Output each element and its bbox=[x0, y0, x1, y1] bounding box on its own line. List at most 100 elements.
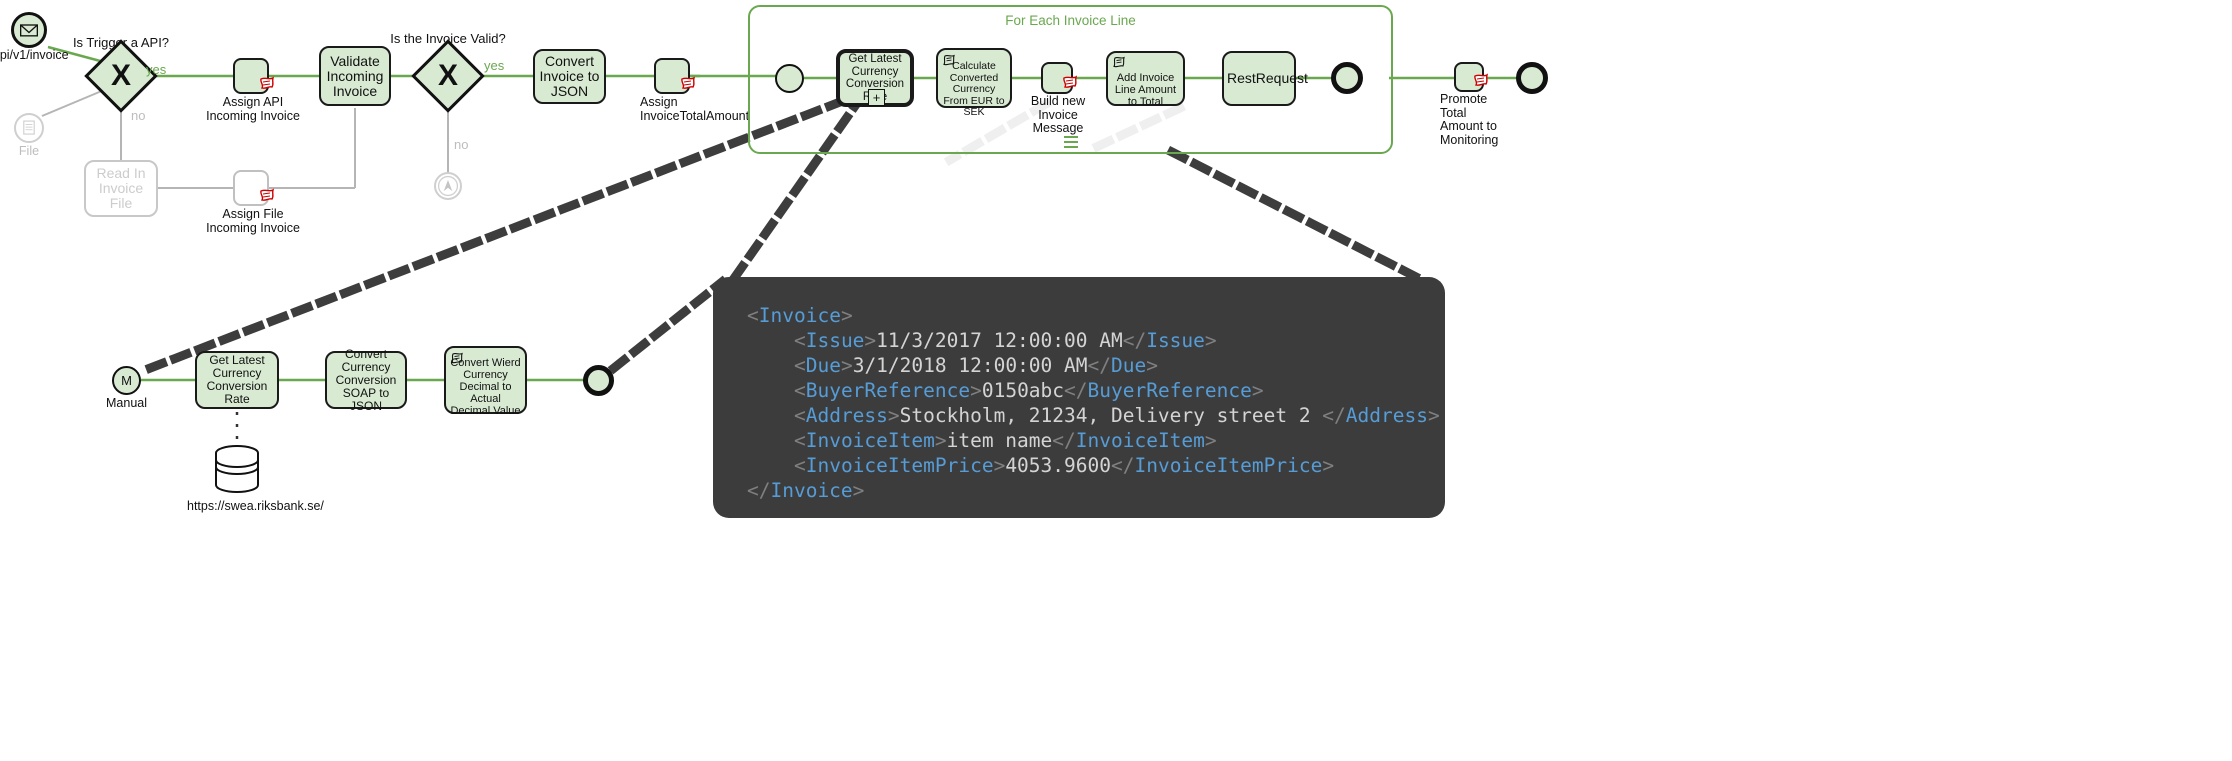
code-token-brk: </ bbox=[1052, 429, 1076, 452]
code-line: <Issue>11/3/2017 12:00:00 AM</Issue> bbox=[747, 328, 1411, 353]
gateway-x-symbol: X bbox=[110, 59, 131, 92]
subprocess-end-event[interactable] bbox=[1331, 62, 1363, 94]
start-event-file[interactable]: File bbox=[14, 113, 44, 158]
code-line: <InvoiceItem>item name</InvoiceItem> bbox=[747, 428, 1411, 453]
code-line: <BuyerReference>0150abc</BuyerReference> bbox=[747, 378, 1411, 403]
data-mapping-icon bbox=[260, 76, 275, 89]
script-icon bbox=[451, 352, 463, 364]
code-token-tag: Due bbox=[1111, 354, 1147, 377]
code-token-brk: > bbox=[852, 479, 865, 502]
flow-label-yes-1: yes bbox=[146, 62, 167, 77]
code-token-tag: Address bbox=[1345, 404, 1428, 427]
code-token-val: 11/3/2017 12:00:00 AM bbox=[876, 329, 1123, 352]
flow-label-no-2: no bbox=[454, 137, 469, 152]
data-mapping-icon bbox=[260, 188, 275, 201]
flow-label-no-1: no bbox=[131, 108, 146, 123]
task-convert-invoice-to-json[interactable]: Convert Invoice to JSON bbox=[533, 49, 606, 104]
code-token-brk: > bbox=[840, 304, 853, 327]
code-line: <Due>3/1/2018 12:00:00 AM</Due> bbox=[747, 353, 1411, 378]
assign-promote-total-amount[interactable]: Promote Total Amount to Monitoring bbox=[1440, 62, 1498, 146]
data-mapping-icon bbox=[1474, 73, 1489, 86]
parallel-multi-instance-marker bbox=[1064, 136, 1078, 148]
code-token-tag: Issue bbox=[805, 329, 865, 352]
code-token-brk: > bbox=[1251, 379, 1264, 402]
code-token-tag: InvoiceItem bbox=[805, 429, 935, 452]
code-token-val: 3/1/2018 12:00:00 AM bbox=[852, 354, 1088, 377]
document-icon bbox=[23, 120, 35, 135]
sub-flow-start-event-manual[interactable]: M Manual bbox=[106, 366, 147, 410]
code-token-brk: </ bbox=[1322, 404, 1346, 427]
code-token-brk: < bbox=[793, 354, 806, 377]
sub-task-get-latest-currency-conversion-rate[interactable]: Get Latest Currency Conversion Rate bbox=[195, 351, 279, 409]
assign-total-label: Assign InvoiceTotalAmount bbox=[640, 95, 750, 123]
envelope-icon bbox=[20, 24, 38, 37]
start-event-api[interactable]: /api/v1/invoice bbox=[0, 12, 69, 62]
code-token-tag: Address bbox=[805, 404, 888, 427]
start-event-file-label: File bbox=[18, 144, 40, 158]
data-mapping-icon bbox=[1063, 75, 1078, 88]
code-token-brk: > bbox=[1204, 329, 1217, 352]
code-token-val: 4053.9600 bbox=[1005, 454, 1111, 477]
code-token-brk: > bbox=[1322, 454, 1335, 477]
code-token-val: item name bbox=[946, 429, 1053, 452]
promote-label: Promote Total Amount to Monitoring bbox=[1440, 92, 1499, 147]
code-token-brk: < bbox=[793, 454, 806, 477]
code-line: </Invoice> bbox=[747, 478, 1411, 503]
subprocess-start-event[interactable] bbox=[775, 64, 804, 93]
task-validate-label: Validate Incoming Invoice bbox=[326, 52, 384, 99]
code-token-brk: > bbox=[887, 404, 900, 427]
assign-api-incoming-invoice[interactable]: Assign API Incoming Invoice bbox=[206, 58, 300, 122]
task-convert-json-label: Convert Invoice to JSON bbox=[539, 53, 600, 99]
code-token-brk: < bbox=[793, 329, 806, 352]
code-token-val: Stockholm, 21234, Delivery street 2 bbox=[899, 404, 1323, 427]
gateway-is-trigger-api[interactable]: X bbox=[84, 39, 158, 113]
call-activity-plus-label: + bbox=[872, 90, 881, 105]
bpmn-diagram-canvas: /api/v1/invoice File Is Trigger a API? X… bbox=[0, 0, 2232, 761]
task-rest-request-label: RestRequest bbox=[1227, 70, 1308, 86]
code-token-brk: > bbox=[840, 354, 853, 377]
code-token-brk: </ bbox=[1087, 354, 1111, 377]
code-token-brk: </ bbox=[1064, 379, 1088, 402]
call-activity-expand-marker[interactable]: + bbox=[868, 89, 885, 106]
database-icon bbox=[215, 445, 259, 493]
sub-task-convert-currency-soap-to-json[interactable]: Convert Currency Conversion SOAP to JSON bbox=[325, 347, 407, 412]
main-end-event[interactable] bbox=[1516, 62, 1548, 94]
subprocess-title: For Each Invoice Line bbox=[1005, 13, 1136, 28]
xml-code-panel: <Invoice> <Issue>11/3/2017 12:00:00 AM</… bbox=[713, 277, 1445, 518]
code-token-brk: > bbox=[1204, 429, 1217, 452]
task-add-invoice-line-amount-to-total[interactable]: Add Invoice Line Amount to Total bbox=[1106, 51, 1185, 108]
task-rest-request[interactable]: RestRequest bbox=[1222, 51, 1308, 106]
task-calculate-converted-currency[interactable]: Calculate Converted Currency From EUR to… bbox=[936, 48, 1012, 118]
code-token-tag: Due bbox=[805, 354, 841, 377]
code-token-brk: < bbox=[793, 404, 806, 427]
task-validate-incoming-invoice[interactable]: Validate Incoming Invoice bbox=[319, 46, 391, 106]
datastore-label: https://swea.riksbank.se/ bbox=[187, 499, 324, 513]
sub-task-soap-json-label: Convert Currency Conversion SOAP to JSON bbox=[335, 346, 397, 413]
escalation-end-event[interactable] bbox=[434, 172, 462, 200]
gateway-is-invoice-valid[interactable]: X bbox=[411, 39, 485, 113]
code-token-brk: </ bbox=[747, 479, 771, 502]
code-token-tag: InvoiceItemPrice bbox=[1134, 454, 1323, 477]
code-token-tag: InvoiceItemPrice bbox=[805, 454, 994, 477]
code-token-tag: Invoice bbox=[770, 479, 853, 502]
assign-file-incoming-invoice[interactable]: Assign File Incoming Invoice bbox=[206, 170, 300, 234]
data-mapping-icon bbox=[681, 76, 696, 89]
task-read-file-label: Read In Invoice File bbox=[96, 165, 146, 211]
code-token-tag: BuyerReference bbox=[805, 379, 971, 402]
task-read-in-invoice-file[interactable]: Read In Invoice File bbox=[84, 160, 158, 217]
code-token-tag: Invoice bbox=[758, 304, 841, 327]
code-token-brk: > bbox=[1427, 404, 1440, 427]
code-token-brk: < bbox=[747, 304, 759, 327]
code-token-brk: < bbox=[793, 429, 806, 452]
datastore-riksbank[interactable]: https://swea.riksbank.se/ bbox=[187, 443, 324, 513]
assign-invoice-total-amount[interactable]: Assign InvoiceTotalAmount bbox=[640, 58, 749, 122]
code-token-brk: < bbox=[793, 379, 806, 402]
code-token-brk: </ bbox=[1110, 454, 1135, 477]
manual-start-symbol: M bbox=[121, 373, 132, 388]
assign-build-new-invoice-message[interactable]: Build new Invoice Message bbox=[1031, 62, 1085, 135]
sub-task-convert-wierd-currency-decimal[interactable]: Convert Wierd Currency Decimal to Actual… bbox=[444, 346, 527, 417]
script-icon bbox=[1113, 56, 1125, 68]
flow-label-yes-2: yes bbox=[484, 58, 505, 73]
sub-flow-end-event[interactable] bbox=[583, 365, 614, 396]
code-line: <InvoiceItemPrice>4053.9600</InvoiceItem… bbox=[747, 453, 1411, 478]
